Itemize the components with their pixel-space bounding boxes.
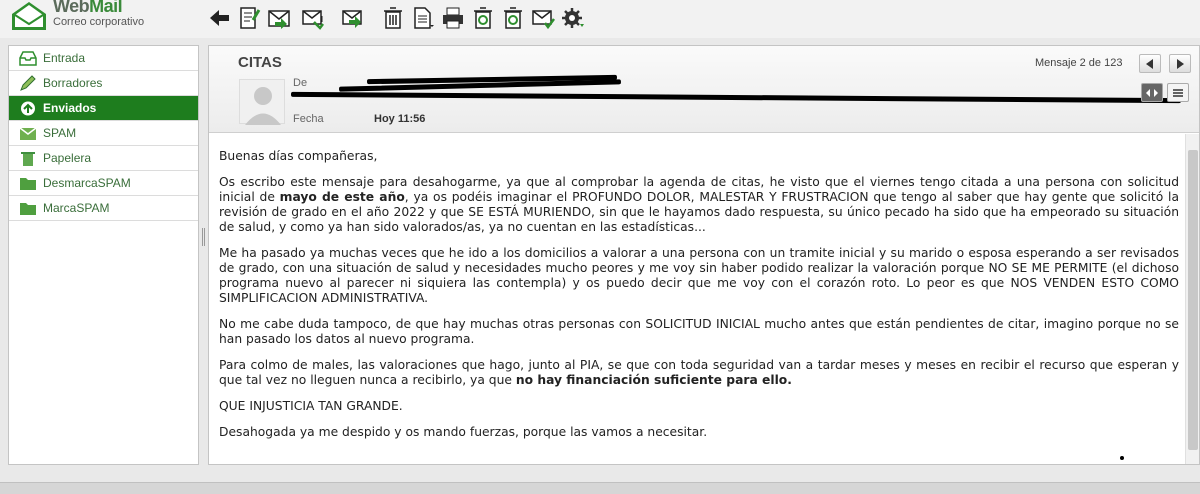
not-spam-button[interactable] <box>500 4 526 32</box>
print-icon <box>443 7 463 29</box>
sidebar-item-spam[interactable]: SPAM <box>9 121 198 146</box>
spam-icon <box>474 7 492 29</box>
body-greeting: Buenas días compañeras, <box>219 149 378 163</box>
date-label: Fecha <box>293 113 324 125</box>
status-bar <box>0 482 1200 494</box>
chevron-right-icon <box>1177 58 1184 69</box>
mark-button[interactable] <box>530 4 556 32</box>
sidebar-item-label: DesmarcaSPAM <box>43 176 131 190</box>
back-button[interactable] <box>206 4 232 32</box>
body-paragraph: Os escribo este mensaje para desahogarme… <box>219 175 1179 234</box>
settings-icon <box>562 8 584 28</box>
app-header: WebMail Correo corporativo <box>0 0 1200 38</box>
delete-icon <box>384 7 402 29</box>
folder-icon <box>20 203 36 215</box>
reply-icon <box>268 10 290 29</box>
body-paragraph: QUE INJUSTICIA TAN GRANDE. <box>219 399 403 413</box>
document-menu-icon <box>414 7 434 29</box>
details-button[interactable] <box>1167 83 1189 102</box>
forward-button[interactable] <box>340 4 366 32</box>
chevron-left-icon <box>1146 58 1153 69</box>
sidebar-item-label: MarcaSPAM <box>43 201 110 215</box>
message-panel: CITAS Mensaje 2 de 123 De Fecha Hoy 11:5… <box>208 45 1200 465</box>
settings-button[interactable] <box>560 4 586 32</box>
previous-message-button[interactable] <box>1139 54 1161 73</box>
inbox-icon <box>19 51 37 66</box>
compose-button[interactable] <box>236 4 262 32</box>
delete-button[interactable] <box>380 4 406 32</box>
message-body: Buenas días compañeras, Os escribo este … <box>219 149 1179 451</box>
avatar-icon <box>245 87 281 125</box>
message-counter: Mensaje 2 de 123 <box>1035 57 1123 69</box>
folder-sidebar: Entrada Borradores Enviados SPAM Papeler… <box>8 45 199 465</box>
trash-icon <box>21 152 35 166</box>
reply-all-button[interactable] <box>300 4 326 32</box>
logo-subtitle: Correo corporativo <box>53 16 145 28</box>
sidebar-item-desmarcaspam[interactable]: DesmarcaSPAM <box>9 171 198 196</box>
sidebar-item-label: Borradores <box>43 76 103 90</box>
message-subject: CITAS <box>238 54 282 71</box>
toggle-view-button[interactable] <box>1141 83 1163 102</box>
print-button[interactable] <box>440 4 466 32</box>
sidebar-item-marcaspam[interactable]: MarcaSPAM <box>9 196 198 221</box>
compose-icon <box>240 7 261 29</box>
body-paragraph: Desahogada ya me despido y os mando fuer… <box>219 425 708 439</box>
folder-icon <box>20 178 36 190</box>
pencil-icon <box>20 75 36 91</box>
sidebar-item-entrada[interactable]: Entrada <box>9 46 198 71</box>
from-label: De <box>293 77 308 89</box>
sidebar-item-papelera[interactable]: Papelera <box>9 146 198 171</box>
document-menu-button[interactable] <box>410 4 436 32</box>
scroll-thumb[interactable] <box>1188 150 1198 450</box>
redacted-recipients <box>290 91 1182 104</box>
sender-avatar <box>239 79 285 125</box>
next-message-button[interactable] <box>1169 54 1191 73</box>
not-spam-icon <box>504 7 522 29</box>
spam-button[interactable] <box>470 4 496 32</box>
sidebar-item-label: Enviados <box>43 101 97 115</box>
logo-title: WebMail <box>53 0 123 16</box>
expand-icon <box>1146 88 1158 97</box>
sidebar-item-label: Entrada <box>43 51 86 65</box>
sent-icon <box>21 101 35 116</box>
reply-button[interactable] <box>266 4 292 32</box>
reply-all-icon <box>302 10 324 30</box>
message-scrollbar[interactable] <box>1185 134 1199 464</box>
message-header: CITAS Mensaje 2 de 123 De Fecha Hoy 11:5… <box>209 46 1199 133</box>
sidebar-item-borradores[interactable]: Borradores <box>9 71 198 96</box>
body-paragraph: Para colmo de males, las valoraciones qu… <box>219 358 1179 387</box>
mark-icon <box>532 10 555 30</box>
webmail-logo-icon <box>12 2 46 30</box>
sidebar-item-label: Papelera <box>43 151 92 165</box>
body-paragraph: No me cabe duda tampoco, de que hay much… <box>219 317 1179 346</box>
body-paragraph: Me ha pasado ya muchas veces que he ido … <box>219 246 1179 305</box>
cursor-dot <box>1120 456 1124 460</box>
sidebar-item-enviados[interactable]: Enviados <box>9 96 198 121</box>
panel-splitter[interactable] <box>200 228 206 246</box>
forward-icon <box>342 10 362 28</box>
list-icon <box>1173 88 1183 97</box>
date-value: Hoy 11:56 <box>374 113 426 125</box>
back-arrow-icon <box>210 10 229 26</box>
spam-icon <box>19 127 37 140</box>
sidebar-item-label: SPAM <box>43 126 77 140</box>
